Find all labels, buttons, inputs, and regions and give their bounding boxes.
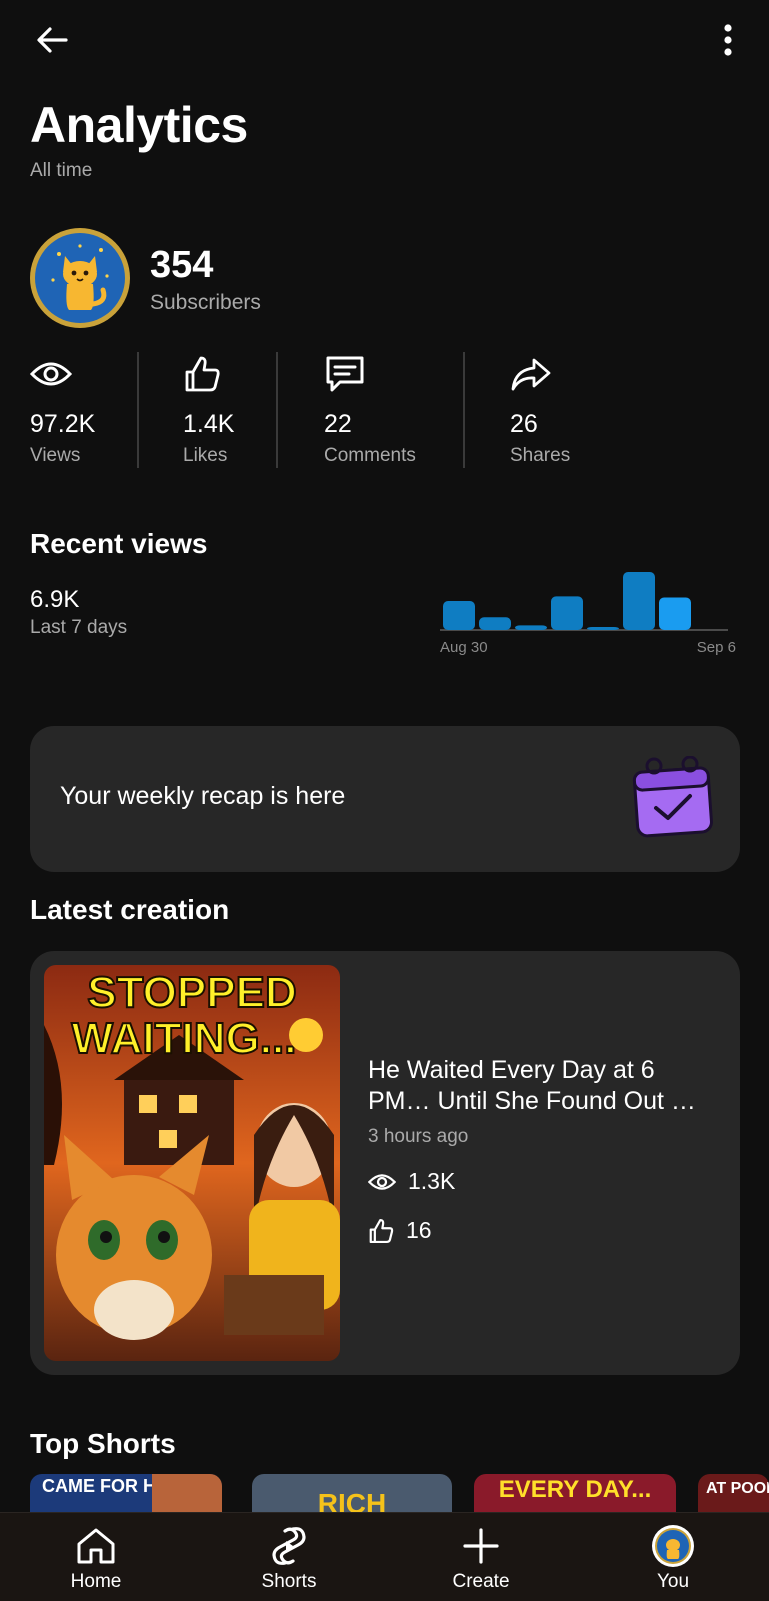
channel-avatar[interactable] xyxy=(30,228,130,328)
chart-bar xyxy=(659,597,691,630)
video-likes: 16 xyxy=(368,1217,432,1244)
stat-divider xyxy=(137,352,139,468)
comment-icon xyxy=(326,356,364,392)
chart-bar xyxy=(623,572,655,630)
video-time: 3 hours ago xyxy=(368,1126,469,1147)
nav-home[interactable]: Home xyxy=(26,1513,166,1601)
thumb-up-icon xyxy=(369,1218,394,1243)
stat-label: Views xyxy=(30,445,81,466)
recent-views-title: Recent views xyxy=(30,528,208,559)
top-shorts-title: Top Shorts xyxy=(30,1428,176,1459)
back-button[interactable] xyxy=(28,18,76,62)
video-thumbnail[interactable]: STOPPED WAITING... xyxy=(44,965,340,1361)
stat-divider xyxy=(463,352,465,468)
stat-likes[interactable]: 1.4K Likes xyxy=(183,352,234,470)
chart-bar xyxy=(479,617,511,630)
home-icon xyxy=(77,1528,115,1564)
recent-views-bars: Aug 30 Sep 6 xyxy=(440,572,736,656)
thumbnail-caption-1: STOPPED xyxy=(87,968,296,1017)
recent-views-value: 6.9K xyxy=(30,586,80,613)
stat-value: 1.4K xyxy=(183,410,235,438)
page-subtitle: All time xyxy=(30,160,93,181)
stat-label: Shares xyxy=(510,445,571,466)
nav-shorts[interactable]: Shorts xyxy=(219,1513,359,1601)
avatar-icon xyxy=(652,1525,694,1567)
chart-bar xyxy=(515,625,547,630)
chart-bar xyxy=(443,601,475,630)
share-icon xyxy=(511,358,551,391)
subscriber-label: Subscribers xyxy=(150,291,261,314)
video-views-count: 1.3K xyxy=(408,1168,456,1194)
stat-divider xyxy=(276,352,278,468)
stat-value: 22 xyxy=(324,410,352,438)
video-views: 1.3K xyxy=(368,1168,455,1195)
shorts-icon xyxy=(272,1527,306,1565)
short-caption: EVERY DAY... xyxy=(498,1476,652,1503)
chart-start-label: Aug 30 xyxy=(440,639,488,656)
nav-label: Create xyxy=(452,1571,510,1592)
eye-icon xyxy=(30,362,72,386)
plus-icon xyxy=(463,1528,499,1564)
stat-label: Likes xyxy=(183,445,228,466)
video-likes-count: 16 xyxy=(406,1217,432,1243)
nav-create[interactable]: Create xyxy=(411,1513,551,1601)
nav-you[interactable]: You xyxy=(603,1513,743,1601)
calendar-check-icon xyxy=(632,755,713,838)
more-vertical-icon xyxy=(724,24,732,56)
thumbnail-caption-2: WAITING... xyxy=(72,1014,297,1063)
latest-video-card[interactable]: STOPPED WAITING... He Waited Every Day a… xyxy=(30,951,740,1375)
stat-comments[interactable]: 22 Comments xyxy=(324,352,416,470)
top-short-item[interactable]: EVERY DAY... xyxy=(474,1474,676,1514)
bottom-nav: Home Shorts Create You xyxy=(0,1512,769,1601)
stat-value: 97.2K xyxy=(30,410,96,438)
top-short-item[interactable]: RICH xyxy=(252,1474,452,1514)
eye-icon xyxy=(368,1173,396,1190)
latest-creation-title: Latest creation xyxy=(30,894,230,925)
nav-label: Home xyxy=(70,1571,122,1592)
more-options-button[interactable] xyxy=(708,18,748,62)
top-short-item[interactable]: AT POOR xyxy=(698,1474,769,1514)
thumb-up-icon xyxy=(185,356,220,392)
short-caption: RICH xyxy=(317,1488,387,1514)
subscriber-count: 354 xyxy=(150,244,214,286)
stat-shares[interactable]: 26 Shares xyxy=(510,352,570,470)
page-title: Analytics xyxy=(30,97,248,153)
video-title[interactable]: He Waited Every Day at 6 PM… Until She F… xyxy=(368,1055,718,1117)
weekly-recap-card[interactable]: Your weekly recap is here xyxy=(30,726,740,872)
stat-value: 26 xyxy=(510,410,538,438)
recent-views-chart[interactable]: Aug 30 Sep 6 xyxy=(440,570,740,660)
stat-label: Comments xyxy=(324,445,416,466)
chart-bar xyxy=(551,596,583,630)
recent-views-period: Last 7 days xyxy=(30,617,128,638)
arrow-left-icon xyxy=(37,27,68,53)
nav-label: You xyxy=(656,1571,690,1592)
nav-label: Shorts xyxy=(261,1571,317,1592)
chart-end-label: Sep 6 xyxy=(697,639,736,656)
short-caption: AT POOR xyxy=(706,1480,769,1497)
weekly-recap-text: Your weekly recap is here xyxy=(60,782,346,810)
cat-logo-icon xyxy=(51,244,109,310)
thumbnail-image: STOPPED WAITING... xyxy=(44,965,340,1361)
chart-bar xyxy=(587,627,619,630)
top-short-item[interactable]: CAME FOR HELP! xyxy=(30,1474,222,1514)
stat-views[interactable]: 97.2K Views xyxy=(30,352,95,470)
